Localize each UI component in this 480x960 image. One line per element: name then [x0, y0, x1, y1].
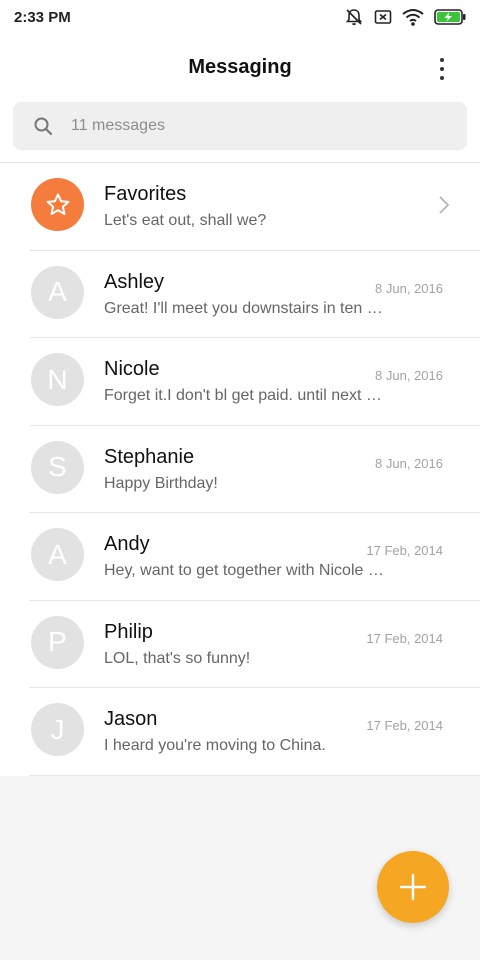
message-snippet: Forget it.I don't bl get paid. until nex… [104, 387, 386, 404]
status-bar: 2:33 PM [0, 0, 480, 34]
contact-name: Andy [104, 533, 150, 555]
chevron-right-icon [439, 196, 450, 214]
favorites-avatar [31, 178, 84, 231]
avatar: J [31, 703, 84, 756]
status-icons [344, 7, 466, 27]
search-bar [0, 102, 480, 162]
conversation-row[interactable]: A Ashley 8 Jun, 2016 Great! I'll meet yo… [0, 251, 480, 338]
search-box[interactable] [13, 102, 467, 150]
favorites-row[interactable]: Favorites Let's eat out, shall we? [0, 163, 480, 251]
message-snippet: Happy Birthday! [104, 474, 218, 492]
message-snippet: LOL, that's so funny! [104, 649, 251, 667]
conversation-row[interactable]: S Stephanie 8 Jun, 2016 Happy Birthday! [0, 426, 480, 513]
message-snippet: Hey, want to get together with Nicole … [104, 562, 384, 579]
more-vertical-icon [440, 58, 444, 62]
message-date: 17 Feb, 2014 [366, 718, 443, 733]
conversation-row[interactable]: N Nicole 8 Jun, 2016 Forget it.I don't b… [0, 338, 480, 426]
status-time: 2:33 PM [14, 8, 71, 26]
search-icon [34, 117, 53, 136]
conversation-row[interactable]: P Philip 17 Feb, 2014 LOL, that's so fun… [0, 601, 480, 688]
message-date: 8 Jun, 2016 [375, 280, 443, 296]
avatar: P [31, 615, 84, 669]
conversation-row[interactable]: A Andy 17 Feb, 2014 Hey, want to get tog… [0, 513, 480, 601]
new-message-button[interactable] [377, 851, 449, 923]
page-title: Messaging [188, 56, 292, 78]
message-date: 8 Jun, 2016 [375, 455, 443, 471]
favorites-label: Favorites [104, 183, 187, 205]
message-snippet: Great! I'll meet you downstairs in ten … [104, 299, 383, 317]
message-date: 17 Feb, 2014 [366, 543, 443, 558]
conversation-row[interactable]: J Jason 17 Feb, 2014 I heard you're movi… [0, 688, 480, 776]
contact-name: Ashley [104, 270, 165, 293]
contact-name: Jason [104, 708, 158, 730]
contact-name: Philip [104, 620, 153, 643]
notifications-off-icon [344, 7, 364, 27]
plus-icon [399, 873, 427, 901]
contact-name: Stephanie [104, 445, 195, 468]
wifi-icon [402, 8, 424, 26]
battery-charging-icon [434, 9, 466, 25]
message-date: 17 Feb, 2014 [366, 630, 443, 646]
avatar: N [31, 353, 84, 406]
conversation-list: Favorites Let's eat out, shall we? A Ash… [0, 163, 480, 776]
search-input[interactable] [71, 117, 431, 135]
favorites-snippet: Let's eat out, shall we? [104, 212, 267, 229]
star-icon [46, 193, 69, 215]
row-divider [30, 774, 480, 776]
avatar: A [31, 528, 84, 581]
avatar: A [31, 265, 84, 319]
app-header: Messaging [0, 34, 480, 102]
message-date: 8 Jun, 2016 [375, 368, 443, 383]
message-snippet: I heard you're moving to China. [104, 737, 326, 754]
contact-name: Nicole [104, 358, 160, 380]
avatar: S [31, 440, 84, 494]
messaging-screen: 2:33 PM Messaging 11 messages Favorites … [0, 0, 480, 960]
more-options-button[interactable] [430, 52, 454, 86]
no-sim-icon [374, 8, 392, 26]
